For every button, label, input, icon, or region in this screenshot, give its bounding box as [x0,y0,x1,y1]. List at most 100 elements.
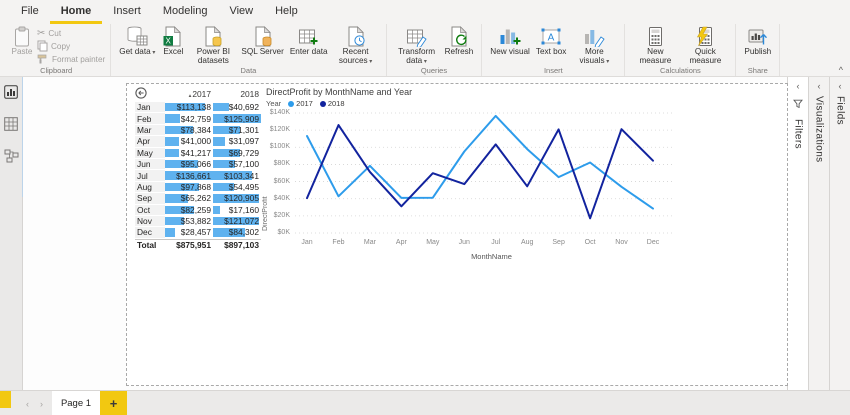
report-page[interactable]: ▴2017 2018 Jan $113,138 $40,692 Feb $42,759 $… [126,83,788,386]
column-header-2017[interactable]: ▴2017 [165,89,213,99]
table-row[interactable]: Mar $78,384 $71,301 [135,124,261,137]
expand-fields-chevron-icon[interactable]: ‹ [839,82,842,91]
quick-measure-button[interactable]: Quick measure [680,25,730,65]
table-cell[interactable]: $71,301 [213,125,261,137]
table-cell[interactable]: $113,138 [165,102,213,114]
ribbon-tab-home[interactable]: Home [49,0,103,24]
add-page-button[interactable]: + [100,391,127,415]
table-cell[interactable]: $53,882 [165,216,213,228]
table-cell[interactable]: $65,262 [165,193,213,205]
copy-button[interactable]: Copy [37,40,105,53]
collapse-ribbon-chevron-icon[interactable]: ^ [839,66,843,75]
expand-visualizations-chevron-icon[interactable]: ‹ [818,82,821,91]
refresh-button[interactable]: Refresh [442,25,477,56]
table-cell[interactable]: $78,384 [165,125,213,137]
visualizations-panel-collapsed[interactable]: ‹ Visualizations [808,77,829,390]
get-data-button[interactable]: Get data ▾ [116,25,158,57]
ribbon-tab-file[interactable]: File [10,0,50,24]
format-painter-button[interactable]: Format painter [37,53,105,66]
table-row[interactable]: Apr $41,000 $31,097 [135,136,261,148]
row-header-month: Sep [135,193,165,205]
table-row[interactable]: Dec $28,457 $84,302 [135,227,261,239]
new-visual-button[interactable]: New visual [487,25,533,56]
button-label: Transform data ▾ [398,47,436,66]
table-row[interactable]: May $41,217 $69,729 [135,147,261,159]
table-row[interactable]: Oct $82,259 $17,160 [135,204,261,216]
cell-value: $125,909 [224,113,259,124]
y-axis-tick-label: $80K [273,160,290,168]
table-cell[interactable]: $95,066 [165,159,213,171]
table-cell[interactable]: $54,495 [213,182,261,194]
button-label: Text box [535,47,567,56]
table-cell[interactable]: $84,302 [213,227,261,239]
page-tab[interactable]: Page 1 [52,391,100,415]
data-view-icon [4,116,18,136]
enter-data-button[interactable]: Enter data [287,25,331,56]
y-axis-tick-label: $0K [277,229,290,236]
filters-panel-collapsed[interactable]: ‹ Filters [787,77,808,390]
button-label: SQL Server [241,47,284,56]
table-cell[interactable]: $875,951 [165,240,213,252]
model-view-button[interactable] [3,149,19,168]
table-cell[interactable]: $82,259 [165,205,213,216]
line-chart-visual[interactable]: DirectProfit by MonthName and Year Year … [262,87,688,261]
table-cell[interactable]: $28,457 [165,227,213,239]
data-view-button[interactable] [3,116,19,136]
fields-panel-collapsed[interactable]: ‹ Fields [829,77,850,390]
table-cell[interactable]: $31,097 [213,136,261,148]
table-cell[interactable]: $69,729 [213,148,261,159]
paste-button[interactable]: Paste [7,25,37,56]
table-row[interactable]: Aug $97,868 $54,495 [135,181,261,194]
table-row[interactable]: Jan $113,138 $40,692 [135,102,261,114]
expand-filters-chevron-icon[interactable]: ‹ [797,82,800,91]
cut-button[interactable]: ✂ Cut [37,27,105,40]
table-cell[interactable]: $897,103 [213,240,261,252]
recent-sources-button[interactable]: Recent sources ▾ [331,25,381,66]
table-row[interactable]: Nov $53,882 $121,072 [135,215,261,228]
table-cell[interactable]: $57,100 [213,159,261,171]
table-cell[interactable]: $103,341 [213,170,261,182]
table-cell[interactable]: $121,072 [213,216,261,228]
chevron-down-icon: ▾ [422,59,427,66]
row-header-month: Aug [135,181,165,194]
column-header-2018[interactable]: 2018 [213,89,261,99]
power-bi-datasets-button[interactable]: Power BI datasets [188,25,238,65]
table-cell[interactable]: $120,905 [213,193,261,205]
table-cell[interactable]: $136,661 [165,170,213,182]
legend-item-2017[interactable]: 2017 [288,99,313,108]
ribbon-tab-modeling[interactable]: Modeling [152,0,219,24]
next-page-arrow-icon[interactable]: › [40,399,43,409]
matrix-table-visual[interactable]: ▴2017 2018 Jan $113,138 $40,692 Feb $42,759 $… [135,86,261,252]
ribbon-group-clipboard: Paste ✂ Cut Copy Format painter Clipboard [2,24,112,76]
data-bar [165,137,180,146]
ribbon-tab-insert[interactable]: Insert [102,0,152,24]
drill-up-icon[interactable] [135,87,147,101]
table-row[interactable]: Jul $136,661 $103,341 [135,170,261,182]
ribbon-tab-view[interactable]: View [218,0,264,24]
excel-button[interactable]: X Excel [158,25,188,56]
data-bar [165,148,180,157]
legend-label: 2018 [327,99,345,108]
table-cell[interactable]: $42,759 [165,113,213,125]
publish-button[interactable]: Publish [741,25,774,56]
table-cell[interactable]: $40,692 [213,102,261,114]
table-cell[interactable]: $17,160 [213,205,261,216]
cell-value: $65,262 [180,193,211,204]
table-row[interactable]: Feb $42,759 $125,909 [135,113,261,125]
table-cell[interactable]: $41,217 [165,148,213,159]
sql-server-button[interactable]: SQL Server [238,25,286,56]
table-row[interactable]: Jun $95,066 $57,100 [135,158,261,171]
new-measure-button[interactable]: New measure [630,25,680,65]
table-cell[interactable]: $125,909 [213,113,261,125]
text-box-button[interactable]: A Text box [533,25,570,56]
legend-item-2018[interactable]: 2018 [319,99,345,108]
table-row[interactable]: Sep $65,262 $120,905 [135,193,261,205]
table-cell[interactable]: $97,868 [165,182,213,194]
transform-data-button[interactable]: Transform data ▾ [392,25,442,66]
ribbon-tab-help[interactable]: Help [264,0,309,24]
model-view-icon [4,149,19,168]
previous-page-arrow-icon[interactable]: ‹ [26,399,29,409]
table-cell[interactable]: $41,000 [165,136,213,148]
report-view-button[interactable] [3,84,19,102]
more-visuals-button[interactable]: More visuals ▾ [569,25,619,66]
